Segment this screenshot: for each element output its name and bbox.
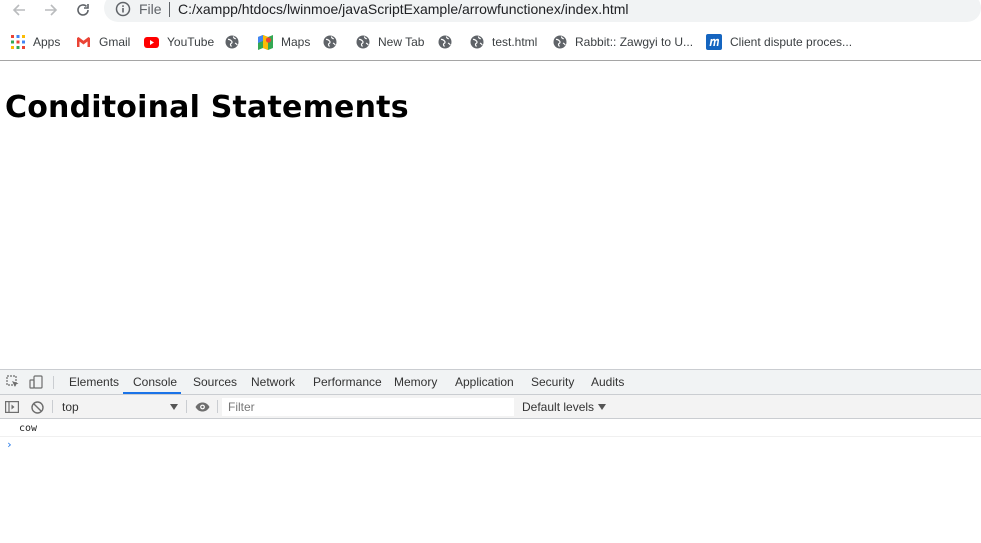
context-selector[interactable]: top xyxy=(56,398,182,416)
bookmark-client-dispute[interactable]: Client dispute proces... xyxy=(706,32,852,52)
forward-button[interactable] xyxy=(40,0,62,20)
context-value: top xyxy=(62,400,79,414)
bookmark-apps[interactable]: Apps xyxy=(11,32,60,52)
globe-icon xyxy=(438,35,452,49)
apps-grid-icon xyxy=(11,35,25,49)
bookmark-globe-2[interactable] xyxy=(323,32,345,52)
log-levels-label: Default levels xyxy=(522,400,595,414)
globe-icon xyxy=(323,35,337,49)
forward-arrow-icon xyxy=(45,4,58,16)
bookmark-test-html[interactable]: test.html xyxy=(470,32,537,52)
inspect-cursor-icon xyxy=(6,375,19,387)
bookmark-label: Apps xyxy=(33,35,61,49)
bookmark-label: Maps xyxy=(281,35,311,49)
tab-application[interactable]: Application xyxy=(455,370,514,394)
page-heading: Conditoinal Statements xyxy=(5,90,409,125)
globe-icon xyxy=(470,35,484,49)
prompt-chevron-icon: › xyxy=(6,438,13,451)
youtube-icon xyxy=(144,36,159,48)
dropdown-arrow-icon xyxy=(170,404,178,410)
dropdown-arrow-icon xyxy=(598,404,607,410)
bookmark-label: Gmail xyxy=(99,35,131,49)
tab-audits[interactable]: Audits xyxy=(591,370,624,394)
address-bar[interactable]: File C:/xampp/htdocs/lwinmoe/javaScriptE… xyxy=(104,0,981,22)
log-levels-dropdown[interactable]: Default levels xyxy=(522,398,607,416)
device-mobile-icon xyxy=(29,375,43,389)
bookmark-globe-3[interactable] xyxy=(438,32,460,52)
device-toolbar-button[interactable] xyxy=(27,374,45,390)
back-button[interactable] xyxy=(8,0,30,20)
bookmark-maps[interactable]: Maps xyxy=(258,32,310,52)
console-message: cow xyxy=(0,421,981,437)
reload-icon xyxy=(77,4,89,16)
bookmark-label: test.html xyxy=(492,35,538,49)
tab-elements[interactable]: Elements xyxy=(69,370,119,394)
tab-memory[interactable]: Memory xyxy=(394,370,437,394)
tab-performance[interactable]: Performance xyxy=(313,370,382,394)
globe-icon xyxy=(356,35,370,49)
inspect-element-button[interactable] xyxy=(4,374,22,390)
tab-network[interactable]: Network xyxy=(251,370,295,394)
info-icon[interactable] xyxy=(115,1,131,17)
bookmarks-bar: Apps Gmail YouTube Maps New Tab test.htm… xyxy=(0,30,981,54)
console-toolbar: top Default levels xyxy=(0,395,981,419)
console-message-text: cow xyxy=(19,423,38,434)
gmail-icon xyxy=(77,37,90,47)
show-sidebar-button[interactable] xyxy=(3,399,21,415)
devtools-tab-bar: Elements Console Sources Network Perform… xyxy=(0,370,981,395)
back-arrow-icon xyxy=(12,4,25,16)
devtools-panel: Elements Console Sources Network Perform… xyxy=(0,369,981,543)
maps-icon xyxy=(258,34,273,50)
globe-icon xyxy=(553,35,567,49)
tab-security[interactable]: Security xyxy=(531,370,574,394)
url-text[interactable]: C:/xampp/htdocs/lwinmoe/javaScriptExampl… xyxy=(178,1,629,17)
filter-input[interactable] xyxy=(222,398,514,416)
clear-console-button[interactable] xyxy=(28,399,46,415)
tab-sources[interactable]: Sources xyxy=(193,370,237,394)
toolbar-separator xyxy=(52,400,53,413)
globe-icon xyxy=(225,35,239,49)
active-tab-indicator xyxy=(123,392,181,394)
bookmark-rabbit[interactable]: Rabbit:: Zawgyi to U... xyxy=(553,32,693,52)
sidebar-toggle-icon xyxy=(5,401,19,413)
m-app-icon xyxy=(706,34,722,50)
bookmark-label: New Tab xyxy=(378,35,425,49)
toolbar-separator xyxy=(186,400,187,413)
tab-console[interactable]: Console xyxy=(133,370,177,394)
chrome-divider xyxy=(0,60,981,61)
clear-block-icon xyxy=(30,400,44,414)
toolbar-separator xyxy=(53,376,54,389)
bookmark-new-tab[interactable]: New Tab xyxy=(356,32,424,52)
bookmark-label: Client dispute proces... xyxy=(730,35,853,49)
eye-icon xyxy=(195,402,209,412)
console-prompt[interactable]: › xyxy=(0,438,981,454)
bookmark-label: Rabbit:: Zawgyi to U... xyxy=(575,35,694,49)
live-expression-button[interactable] xyxy=(193,399,211,415)
scheme-label: File xyxy=(139,1,162,17)
bookmark-globe-1[interactable] xyxy=(225,32,247,52)
bookmark-label: YouTube xyxy=(167,35,215,49)
reload-button[interactable] xyxy=(72,0,94,20)
address-divider xyxy=(169,2,170,17)
bookmark-youtube[interactable]: YouTube xyxy=(144,32,214,52)
toolbar-separator xyxy=(217,400,218,413)
browser-toolbar: File C:/xampp/htdocs/lwinmoe/javaScriptE… xyxy=(0,0,981,22)
bookmark-gmail[interactable]: Gmail xyxy=(76,32,130,52)
